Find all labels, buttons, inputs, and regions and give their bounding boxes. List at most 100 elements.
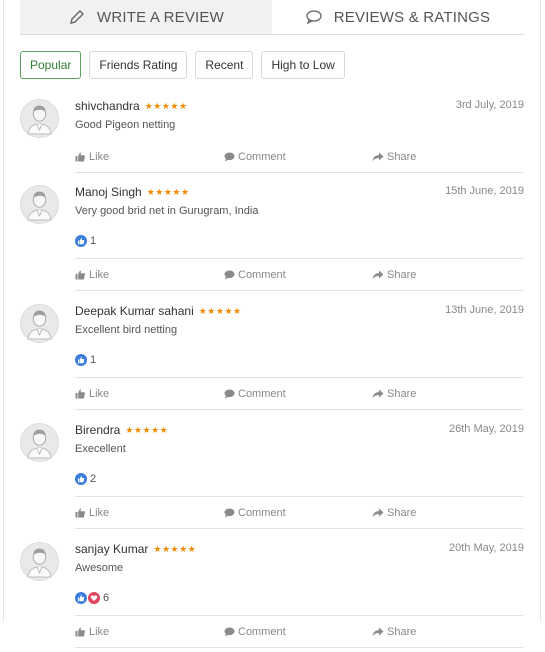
filter-recent[interactable]: Recent <box>195 51 254 79</box>
reviewer-name[interactable]: sanjay Kumar <box>75 542 148 556</box>
reaction-count: 1 <box>90 235 97 247</box>
review-date: 20th May, 2019 <box>448 542 524 554</box>
share-label: Share <box>387 151 417 163</box>
reaction-summary[interactable]: 1 <box>75 235 96 247</box>
like-reaction-icon[interactable] <box>75 235 88 247</box>
like-reaction-icon[interactable] <box>75 592 88 604</box>
star-rating-icon: ★★★★★ <box>125 424 169 435</box>
star-rating-icon: ★★★★★ <box>146 186 190 197</box>
reaction-summary[interactable]: 6 <box>75 592 109 604</box>
share-icon <box>372 389 387 399</box>
comment-bubble-icon <box>224 270 238 280</box>
share-icon <box>372 152 387 162</box>
like-label: Like <box>89 626 110 638</box>
review-date: 15th June, 2019 <box>445 185 524 197</box>
thumbs-up-icon <box>75 152 89 162</box>
reaction-count: 6 <box>103 592 110 604</box>
divider <box>75 409 524 410</box>
reviewer-name[interactable]: shivchandra <box>75 99 140 113</box>
comment-button[interactable]: Comment <box>224 151 286 163</box>
thumbs-up-icon <box>75 627 89 637</box>
comment-bubble-icon <box>224 389 238 399</box>
divider <box>75 528 524 529</box>
share-label: Share <box>387 269 417 281</box>
comment-button[interactable]: Comment <box>224 507 286 519</box>
like-reaction-icon[interactable] <box>75 354 88 366</box>
comment-bubble-icon <box>224 508 238 518</box>
review-item: sanjay Kumar ★★★★★ 20th May, 2019 Awesom… <box>20 542 524 652</box>
divider <box>75 290 524 291</box>
review-date: 13th June, 2019 <box>445 304 524 316</box>
like-label: Like <box>89 388 110 400</box>
comment-label: Comment <box>238 507 286 519</box>
like-reaction-icon[interactable] <box>75 473 88 485</box>
comment-button[interactable]: Comment <box>224 269 286 281</box>
thumbs-up-icon <box>75 270 89 280</box>
love-reaction-icon[interactable] <box>88 592 101 604</box>
filter-popular[interactable]: Popular <box>20 51 82 79</box>
like-label: Like <box>89 151 110 163</box>
divider <box>75 258 524 259</box>
tab-label: REVIEWS & RATINGS <box>333 8 491 26</box>
divider <box>75 377 524 378</box>
reviewer-name-row: Birendra ★★★★★ <box>75 423 168 437</box>
review-text: Very good brid net in Gurugram, India <box>75 205 259 217</box>
review-date: 3rd July, 2019 <box>455 99 524 111</box>
like-button[interactable]: Like <box>75 269 109 281</box>
share-label: Share <box>387 626 417 638</box>
share-button[interactable]: Share <box>372 269 416 281</box>
share-button[interactable]: Share <box>372 507 416 519</box>
avatar[interactable] <box>20 304 59 343</box>
avatar[interactable] <box>20 542 59 581</box>
comment-label: Comment <box>238 388 286 400</box>
share-button[interactable]: Share <box>372 388 416 400</box>
reaction-summary[interactable]: 1 <box>75 354 96 366</box>
share-button[interactable]: Share <box>372 151 416 163</box>
like-button[interactable]: Like <box>75 507 109 519</box>
reviewer-name[interactable]: Birendra <box>75 423 120 437</box>
reviews-panel: WRITE A REVIEW REVIEWS & RATINGS Popular… <box>3 0 541 648</box>
comment-bubble-icon <box>224 152 238 162</box>
reviewer-name[interactable]: Deepak Kumar sahani <box>75 304 194 318</box>
filter-bar: Popular Friends Rating Recent High to Lo… <box>20 51 353 79</box>
comment-bubble-icon <box>224 627 238 637</box>
thumbs-up-icon <box>75 389 89 399</box>
reaction-count: 1 <box>90 354 97 366</box>
reviewer-name-row: Deepak Kumar sahani ★★★★★ <box>75 304 242 318</box>
divider <box>75 172 524 173</box>
share-icon <box>372 270 387 280</box>
reviewer-name[interactable]: Manoj Singh <box>75 185 142 199</box>
filter-high-to-low[interactable]: High to Low <box>261 51 345 79</box>
review-item: Deepak Kumar sahani ★★★★★ 13th June, 201… <box>20 304 524 414</box>
share-button[interactable]: Share <box>372 626 416 638</box>
share-icon <box>372 627 387 637</box>
avatar[interactable] <box>20 99 59 138</box>
comment-button[interactable]: Comment <box>224 626 286 638</box>
avatar[interactable] <box>20 185 59 224</box>
avatar[interactable] <box>20 423 59 462</box>
star-rating-icon: ★★★★★ <box>153 543 197 554</box>
star-rating-icon: ★★★★★ <box>144 100 188 111</box>
reaction-summary[interactable]: 2 <box>75 473 96 485</box>
like-label: Like <box>89 269 110 281</box>
comment-icon <box>306 10 322 24</box>
like-button[interactable]: Like <box>75 626 109 638</box>
reaction-count: 2 <box>90 473 97 485</box>
pencil-icon <box>70 9 84 24</box>
tab-reviews-ratings[interactable]: REVIEWS & RATINGS <box>272 0 524 34</box>
share-label: Share <box>387 507 417 519</box>
like-label: Like <box>89 507 110 519</box>
comment-button[interactable]: Comment <box>224 388 286 400</box>
tab-label: WRITE A REVIEW <box>97 8 224 26</box>
review-date: 26th May, 2019 <box>448 423 524 435</box>
review-text: Good Pigeon netting <box>75 119 176 131</box>
filter-friends-rating[interactable]: Friends Rating <box>89 51 188 79</box>
star-rating-icon: ★★★★★ <box>198 305 242 316</box>
like-button[interactable]: Like <box>75 388 109 400</box>
review-item: Birendra ★★★★★ 26th May, 2019 Execellent… <box>20 423 524 533</box>
comment-label: Comment <box>238 151 286 163</box>
tab-write-review[interactable]: WRITE A REVIEW <box>20 0 272 34</box>
review-text: Awesome <box>75 562 124 574</box>
comment-label: Comment <box>238 626 286 638</box>
like-button[interactable]: Like <box>75 151 109 163</box>
